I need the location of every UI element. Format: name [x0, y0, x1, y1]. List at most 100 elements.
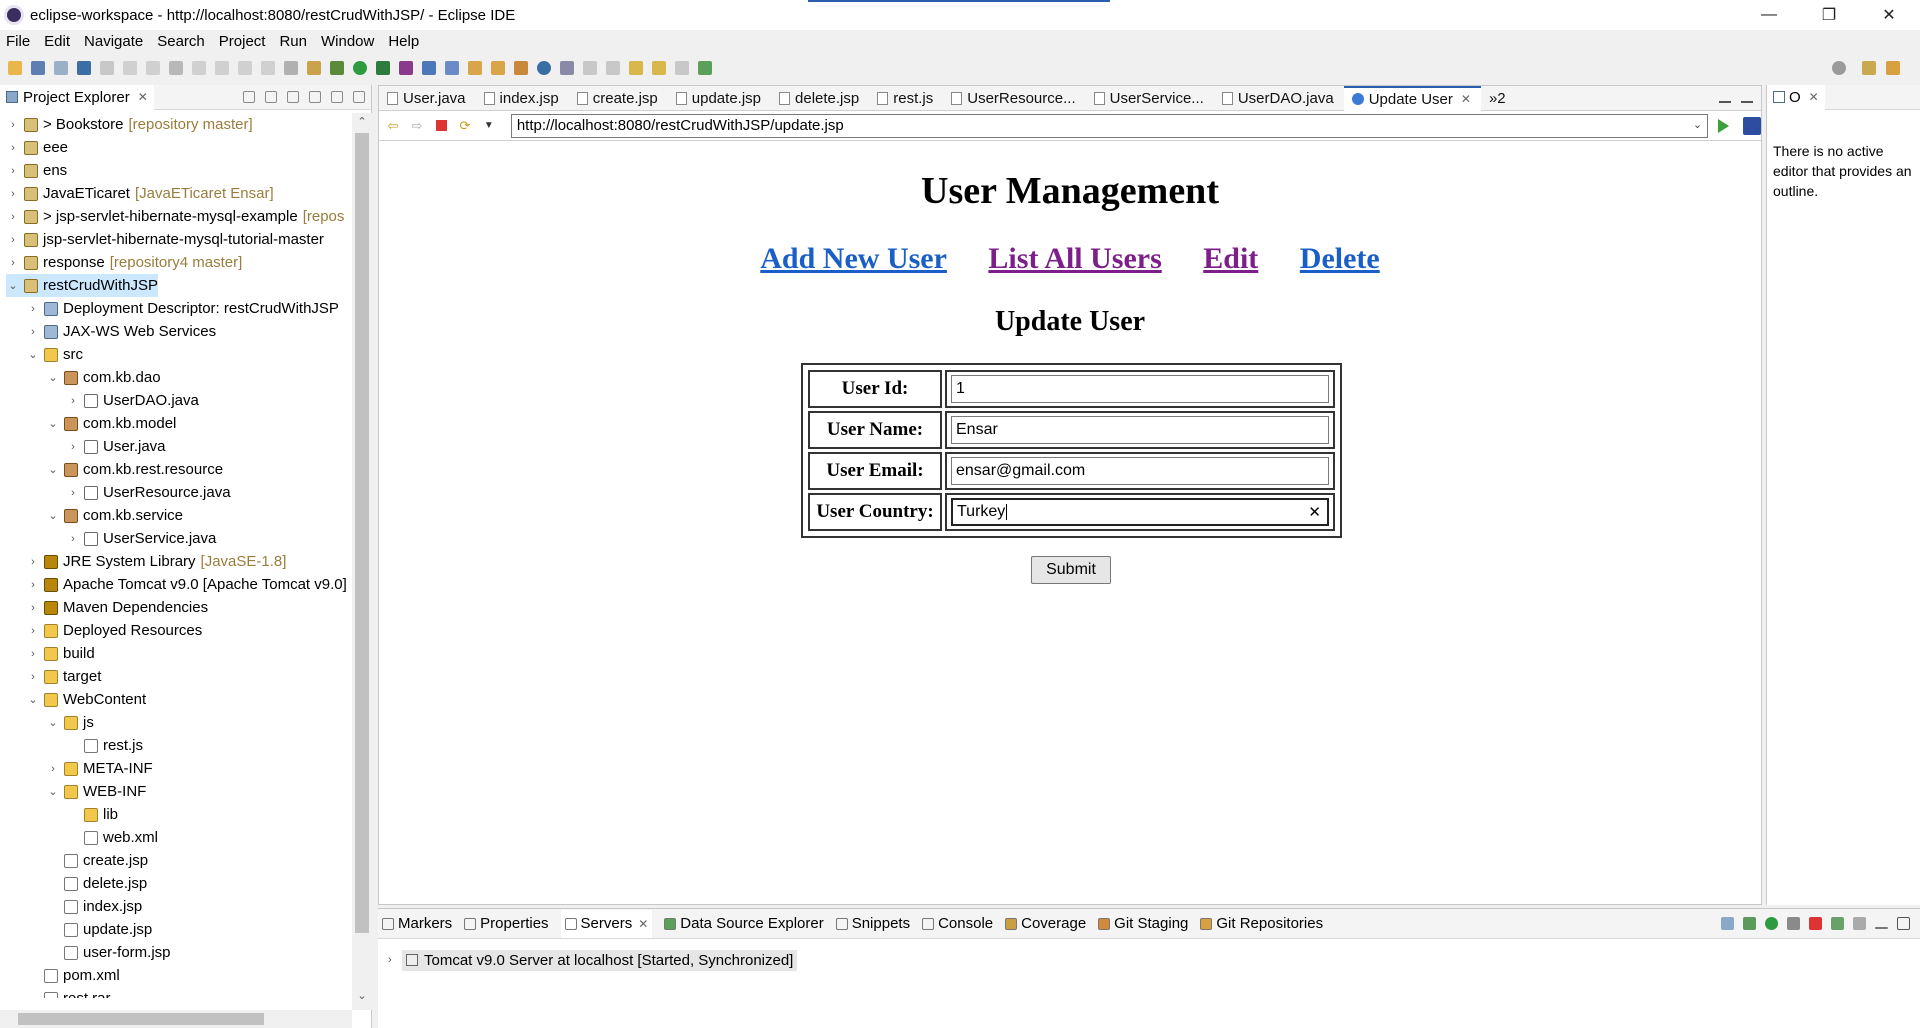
- link-with-editor-icon[interactable]: [265, 91, 277, 103]
- scroll-up-icon[interactable]: ⌃: [352, 115, 372, 133]
- user-name-input[interactable]: Ensar: [951, 416, 1329, 444]
- refresh-icon[interactable]: ⟳: [457, 118, 473, 134]
- tab-console[interactable]: Console: [922, 915, 993, 932]
- collapse-icon[interactable]: [1721, 917, 1734, 930]
- java-ee-perspective-icon[interactable]: [1886, 61, 1900, 75]
- git-icon[interactable]: [560, 61, 574, 75]
- url-dropdown-icon[interactable]: ⌄: [1693, 118, 1702, 131]
- close-icon[interactable]: ✕: [638, 917, 648, 931]
- tree-item[interactable]: web.xml: [66, 826, 158, 849]
- tree-item[interactable]: › UserDAO.java: [66, 389, 199, 412]
- tree-item[interactable]: › Deployed Resources: [26, 619, 202, 642]
- tab-properties[interactable]: Properties: [464, 915, 549, 932]
- clear-input-icon[interactable]: ✕: [1308, 503, 1321, 521]
- user-country-input[interactable]: Turkey ✕: [951, 498, 1329, 526]
- disconnect-icon[interactable]: [192, 61, 206, 75]
- menu-window[interactable]: Window: [321, 33, 374, 50]
- stop-icon[interactable]: [435, 120, 447, 131]
- debug-server-icon[interactable]: [1743, 917, 1756, 930]
- scroll-thumb[interactable]: [355, 133, 369, 933]
- tab-servers[interactable]: Servers ✕: [560, 909, 653, 938]
- tree-item[interactable]: update.jsp: [46, 918, 152, 941]
- menu-search[interactable]: Search: [157, 33, 205, 50]
- tree-item[interactable]: rest.js: [66, 734, 143, 757]
- stop-server-icon[interactable]: [1809, 917, 1822, 930]
- search-tool-icon[interactable]: [514, 61, 528, 75]
- suspend-icon[interactable]: [146, 61, 160, 75]
- scroll-thumb-horizontal[interactable]: [18, 1013, 264, 1025]
- close-window-button[interactable]: ✕: [1860, 0, 1918, 30]
- chevron-down-icon[interactable]: ⌄: [46, 371, 60, 384]
- tree-item[interactable]: › eee: [6, 136, 68, 159]
- add-new-user-link[interactable]: Add New User: [760, 242, 947, 275]
- minimize-button[interactable]: —: [1740, 0, 1798, 30]
- tree-item[interactable]: › Maven Dependencies: [26, 596, 208, 619]
- list-all-users-link[interactable]: List All Users: [988, 242, 1161, 275]
- profile-server-icon[interactable]: [1787, 917, 1800, 930]
- chevron-down-icon[interactable]: ▼: [481, 118, 497, 134]
- tree-item[interactable]: › jsp-servlet-hibernate-mysql-tutorial-ma…: [6, 228, 324, 251]
- chevron-right-icon[interactable]: ›: [66, 441, 80, 453]
- tree-item[interactable]: › Deployment Descriptor: restCrudWithJSP: [26, 297, 339, 320]
- coverage-icon[interactable]: [376, 61, 390, 75]
- tab-project-explorer[interactable]: Project Explorer ✕: [0, 84, 154, 110]
- submit-button[interactable]: Submit: [1031, 556, 1111, 584]
- save-all-icon[interactable]: [54, 61, 68, 75]
- chevron-right-icon[interactable]: ›: [26, 326, 40, 338]
- tab-git-repositories[interactable]: Git Repositories: [1200, 915, 1323, 932]
- chevron-down-icon[interactable]: ⌄: [26, 693, 40, 706]
- chevron-down-icon[interactable]: ⌄: [46, 463, 60, 476]
- tab-data-source-explorer[interactable]: Data Source Explorer: [664, 915, 824, 932]
- maximize-view-icon[interactable]: [1897, 917, 1910, 930]
- tree-item[interactable]: lib: [66, 803, 118, 826]
- user-email-input[interactable]: ensar@gmail.com: [951, 457, 1329, 485]
- chevron-right-icon[interactable]: ›: [66, 533, 80, 545]
- tab-git-staging[interactable]: Git Staging: [1098, 915, 1188, 932]
- go-icon[interactable]: [1718, 118, 1730, 133]
- new-server-icon[interactable]: [445, 61, 459, 75]
- use-step-filters-icon[interactable]: [307, 61, 321, 75]
- editor-tab[interactable]: UserDAO.java: [1214, 86, 1344, 111]
- start-server-icon[interactable]: [1765, 917, 1778, 930]
- tree-item[interactable]: › > Bookstore [repository master]: [6, 113, 253, 136]
- minimize-view-icon[interactable]: [331, 91, 343, 103]
- tab-coverage[interactable]: Coverage: [1005, 915, 1086, 932]
- tree-item[interactable]: pom.xml: [26, 964, 120, 987]
- tree-item[interactable]: › UserService.java: [66, 527, 216, 550]
- tree-item[interactable]: › Apache Tomcat v9.0 [Apache Tomcat v9.0]: [26, 573, 347, 596]
- terminal-icon[interactable]: [77, 61, 91, 75]
- chevron-down-icon[interactable]: ⌄: [6, 279, 20, 292]
- url-input[interactable]: http://localhost:8080/restCrudWithJSP/up…: [510, 113, 1709, 138]
- menu-file[interactable]: File: [6, 33, 30, 50]
- server-item[interactable]: › Tomcat v9.0 Server at localhost [Start…: [388, 949, 798, 971]
- next-annotation-icon[interactable]: [583, 61, 597, 75]
- tree-item[interactable]: › JAX-WS Web Services: [26, 320, 216, 343]
- tree-item[interactable]: ⌄ WebContent: [26, 688, 146, 711]
- minimize-editor-icon[interactable]: [1719, 92, 1731, 103]
- back-arrow-icon[interactable]: ⇦: [385, 118, 401, 134]
- tree-item[interactable]: ⌄ com.kb.rest.resource: [46, 458, 223, 481]
- editor-tab[interactable]: index.jsp: [476, 86, 569, 111]
- chevron-right-icon[interactable]: ›: [6, 165, 20, 177]
- back-icon[interactable]: [652, 61, 666, 75]
- tree-item[interactable]: › build: [26, 642, 95, 665]
- explorer-vertical-scrollbar[interactable]: ⌃ ⌄: [352, 113, 372, 1010]
- filter-icon[interactable]: [287, 91, 299, 103]
- edit-link[interactable]: Edit: [1203, 242, 1258, 275]
- maximize-editor-icon[interactable]: [1741, 92, 1753, 103]
- menu-project[interactable]: Project: [219, 33, 266, 50]
- user-id-input[interactable]: 1: [951, 375, 1329, 403]
- step-return-icon[interactable]: [261, 61, 275, 75]
- last-edit-icon[interactable]: [629, 61, 643, 75]
- menu-run[interactable]: Run: [279, 33, 307, 50]
- chevron-right-icon[interactable]: ›: [26, 648, 40, 660]
- save-icon[interactable]: [31, 61, 45, 75]
- tab-outline[interactable]: O ✕: [1767, 84, 1825, 110]
- new-icon[interactable]: [8, 61, 22, 75]
- tree-item[interactable]: › META-INF: [46, 757, 153, 780]
- prev-annotation-icon[interactable]: [606, 61, 620, 75]
- profile-icon[interactable]: [399, 61, 413, 75]
- chevron-down-icon[interactable]: ⌄: [46, 509, 60, 522]
- open-external-browser-icon[interactable]: [1743, 116, 1762, 135]
- chevron-right-icon[interactable]: ›: [6, 257, 20, 269]
